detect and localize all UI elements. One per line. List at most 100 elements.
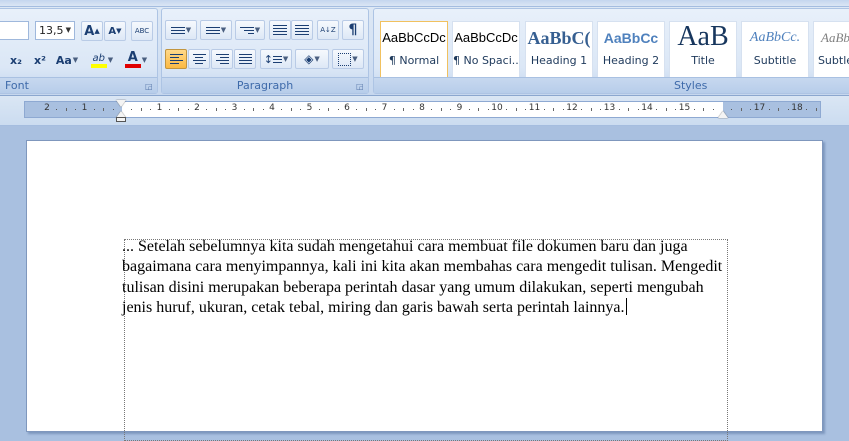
change-case-icon: Aa — [55, 53, 72, 67]
bullets-button[interactable]: ▼ — [165, 20, 197, 40]
align-right-icon — [215, 54, 229, 64]
ruler-tick — [440, 108, 442, 111]
ruler-left-margin — [25, 102, 122, 117]
ruler-tick — [103, 108, 105, 111]
paragraph-dialog-launcher-icon[interactable]: ◲ — [356, 82, 365, 91]
highlighter-icon: ab — [90, 53, 107, 68]
subscript-button[interactable]: x₂ — [5, 50, 27, 70]
ruler-number: 13 — [603, 103, 616, 113]
ruler-tick — [215, 108, 217, 111]
justify-button[interactable] — [234, 49, 256, 69]
ruler-tick — [375, 109, 377, 110]
shrink-font-button[interactable]: A ▼ — [104, 21, 126, 41]
document-body[interactable]: ... Setelah sebelumnya kita sudah menget… — [122, 237, 726, 319]
font-color-button[interactable]: A ▼ — [120, 50, 152, 70]
show-formatting-button[interactable]: ¶ — [342, 20, 364, 40]
superscript-icon: x² — [34, 53, 46, 67]
ruler-tick — [318, 109, 320, 110]
align-center-button[interactable] — [188, 49, 210, 69]
horizontal-ruler[interactable]: 2 1 1 2 3 4 5 6 7 8 9 10 11 12 13 14 15 17 18 — [24, 101, 821, 118]
align-center-icon — [192, 54, 206, 64]
right-indent-marker-icon[interactable] — [718, 111, 728, 118]
style-heading-1[interactable]: AaBbC( Heading 1 — [525, 21, 593, 78]
ruler-tick — [778, 108, 780, 111]
change-case-button[interactable]: Aa ▼ — [54, 50, 80, 70]
style-subtle-emphasis[interactable]: AaBb Subtle — [813, 21, 849, 78]
paragraph-group: ▼ ▼ ▼ A↓Z ¶ ↕ ▼ ◈ ▼ ▼ Paragraph ◲ — [161, 8, 369, 94]
ruler-tick — [112, 109, 114, 110]
ruler-tick — [150, 109, 152, 110]
ruler-number: 2 — [194, 103, 200, 113]
ruler-tick — [506, 109, 508, 110]
ruler-number: 5 — [306, 103, 313, 113]
shading-button[interactable]: ◈ ▼ — [295, 49, 329, 69]
align-right-button[interactable] — [211, 49, 233, 69]
align-left-button[interactable] — [165, 49, 187, 69]
ruler-tick — [403, 108, 405, 111]
style-heading-2[interactable]: AaBbCc Heading 2 — [597, 21, 665, 78]
ruler-tick — [815, 108, 817, 111]
ruler-tick — [65, 108, 67, 111]
ruler-number: 3 — [231, 103, 238, 113]
ruler-tick — [337, 109, 339, 110]
highlight-color-button[interactable]: ab ▼ — [86, 50, 118, 70]
line-spacing-button[interactable]: ↕ ▼ — [260, 49, 292, 69]
ruler-tick — [356, 109, 358, 110]
increase-indent-icon — [295, 25, 309, 35]
highlight-color-swatch — [90, 63, 107, 68]
ruler-tick — [543, 109, 545, 110]
ruler-number: 1 — [81, 103, 88, 113]
clear-formatting-button[interactable]: ABC — [131, 21, 153, 41]
ruler-tick — [750, 109, 752, 110]
ruler-tick — [328, 108, 330, 111]
superscript-button[interactable]: x² — [29, 50, 51, 70]
ruler-number: 6 — [344, 103, 350, 113]
sort-button[interactable]: A↓Z — [317, 20, 339, 40]
ruler-tick — [178, 108, 180, 111]
ruler-tick — [553, 108, 555, 111]
ruler-tick — [431, 109, 433, 110]
left-indent-marker-icon[interactable] — [116, 117, 126, 122]
ruler-number: 18 — [791, 103, 803, 113]
font-name-combo[interactable] — [0, 21, 29, 40]
ruler-number: 2 — [44, 103, 50, 113]
styles-group: AaBbCcDc ¶ Normal AaBbCcDc ¶ No Spaci...… — [373, 8, 849, 94]
ruler-tick — [478, 108, 480, 111]
first-line-indent-marker-icon[interactable] — [116, 100, 126, 107]
pilcrow-icon: ¶ — [348, 22, 358, 38]
ruler-tick — [300, 109, 302, 110]
shrink-font-icon: A — [108, 25, 117, 37]
numbering-button[interactable]: ▼ — [200, 20, 232, 40]
borders-button[interactable]: ▼ — [332, 49, 364, 69]
ruler-tick — [75, 109, 77, 110]
multilevel-list-button[interactable]: ▼ — [235, 20, 265, 40]
line-spacing-icon: ↕ — [263, 52, 273, 66]
ruler-tick — [618, 109, 620, 110]
ruler-tick — [515, 108, 517, 111]
ruler-number: 7 — [381, 103, 388, 113]
style-no-spacing[interactable]: AaBbCcDc ¶ No Spaci... — [452, 21, 520, 78]
font-size-combo[interactable]: 13,5 ▼ — [35, 21, 75, 40]
ruler-number: 12 — [566, 103, 578, 113]
ruler-number: 14 — [641, 103, 653, 113]
ruler-tick — [590, 108, 592, 111]
ruler-tick — [450, 109, 452, 110]
style-title[interactable]: AaB Title — [669, 21, 737, 78]
ruler-tick — [253, 108, 255, 111]
ruler-tick — [365, 108, 367, 111]
grow-font-button[interactable]: A ▲ — [81, 21, 103, 41]
sort-icon: A↓Z — [320, 26, 336, 34]
font-group: 13,5 ▼ A ▲ A ▼ ABC x₂ x² Aa ▼ ab ▼ A ▼ F… — [0, 8, 158, 94]
font-dialog-launcher-icon[interactable]: ◲ — [145, 82, 154, 91]
style-normal[interactable]: AaBbCcDc ¶ Normal — [380, 21, 448, 78]
increase-indent-button[interactable] — [291, 20, 313, 40]
decrease-indent-button[interactable] — [269, 20, 291, 40]
ruler-number: 11 — [528, 103, 541, 113]
ruler-tick — [703, 108, 705, 111]
style-subtitle[interactable]: AaBbCc. Subtitle — [741, 21, 809, 78]
document-paragraph[interactable]: ... Setelah sebelumnya kita sudah menget… — [122, 238, 722, 316]
clear-formatting-icon: ABC — [134, 27, 150, 35]
ruler-tick — [281, 109, 283, 110]
ruler-tick — [525, 109, 527, 110]
ribbon-top-edge — [0, 0, 849, 7]
